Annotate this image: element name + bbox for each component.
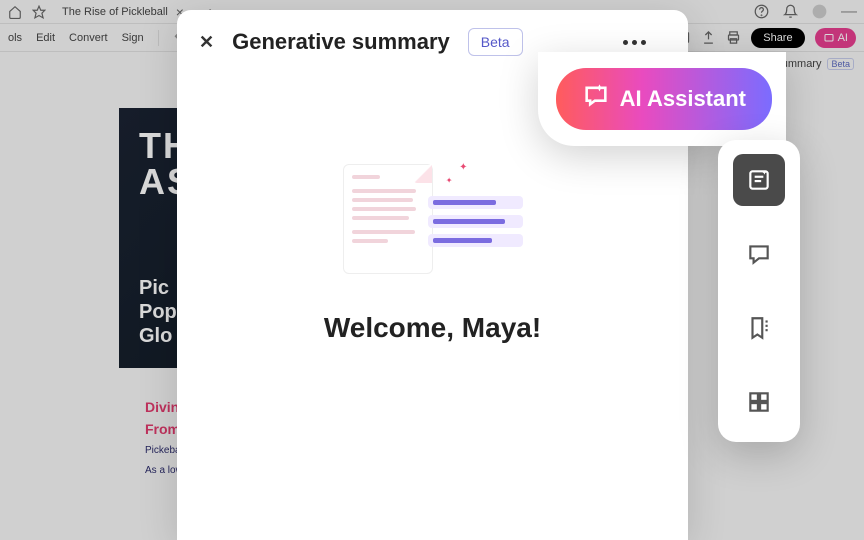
rail-grid-icon[interactable] <box>733 376 785 428</box>
close-icon[interactable]: ✕ <box>199 32 214 53</box>
rail-comment-icon[interactable] <box>733 228 785 280</box>
rail-bookmark-icon[interactable] <box>733 302 785 354</box>
side-tool-rail <box>718 140 800 442</box>
welcome-heading: Welcome, Maya! <box>324 312 541 344</box>
panel-title: Generative summary <box>232 29 450 55</box>
ai-assistant-label: AI Assistant <box>620 86 746 112</box>
summary-illustration: ✦ ✦ <box>343 164 523 284</box>
ai-assistant-launcher: AI Assistant <box>538 52 786 146</box>
ai-assistant-button[interactable]: AI Assistant <box>556 68 772 130</box>
beta-badge: Beta <box>468 28 523 56</box>
more-options-icon[interactable] <box>623 40 666 45</box>
chat-sparkle-icon <box>582 82 610 116</box>
rail-summary-icon[interactable] <box>733 154 785 206</box>
